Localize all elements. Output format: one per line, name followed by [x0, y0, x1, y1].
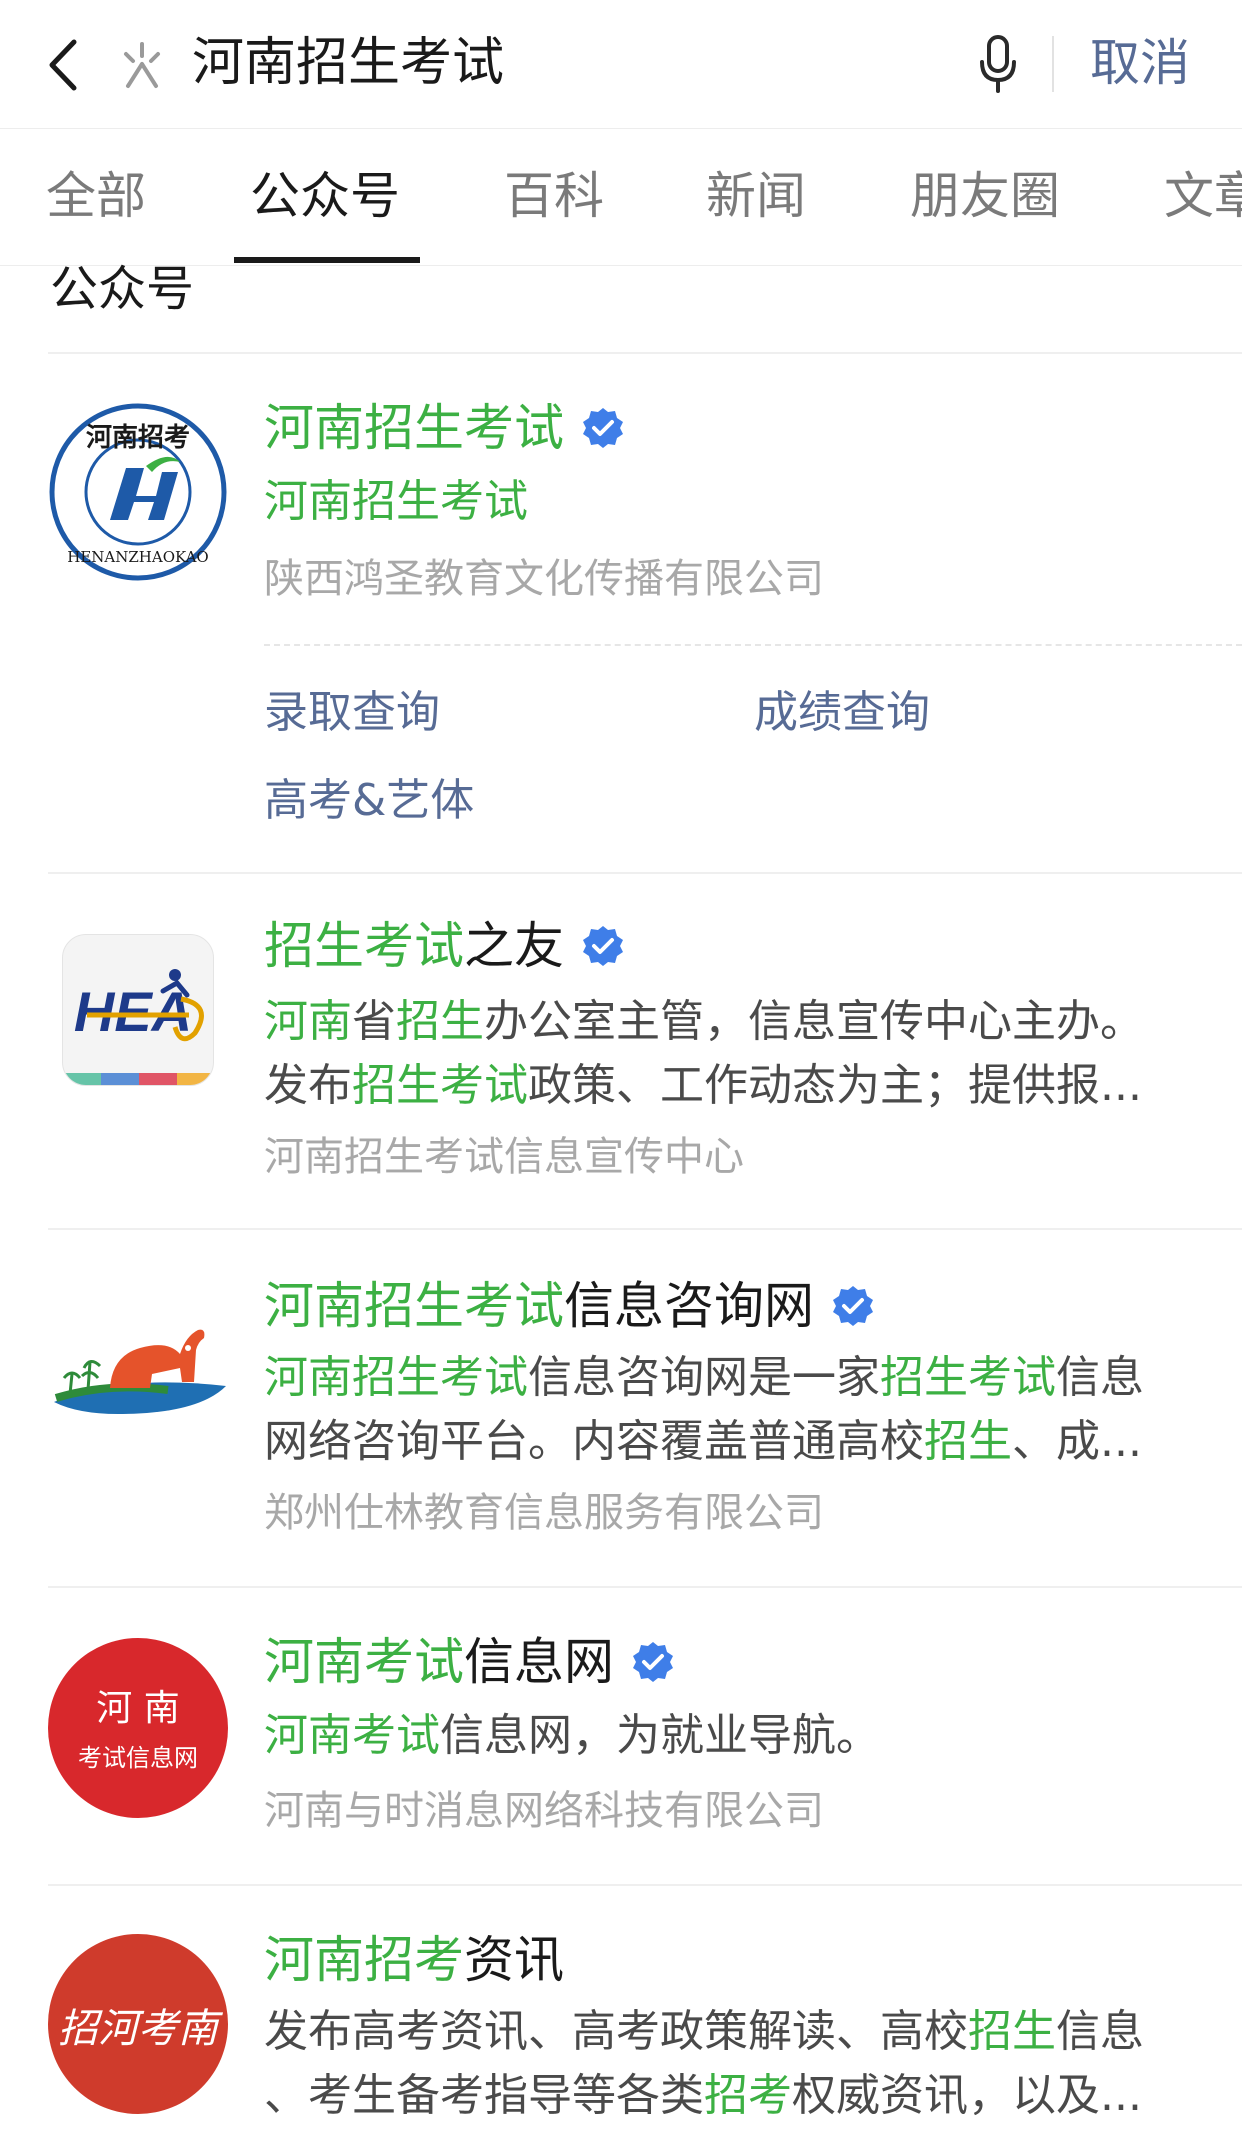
back-arrow-icon[interactable] [44, 38, 84, 92]
tab-news[interactable]: 新闻 [706, 163, 806, 229]
account-company: 河南招生考试信息宣传中心 [264, 1134, 744, 1180]
verified-badge-icon [633, 1642, 673, 1682]
desc-highlight: 招生 [968, 2006, 1056, 2057]
tab-all[interactable]: 全部 [46, 163, 146, 229]
account-name[interactable]: 河南招考资讯 [264, 1928, 564, 1992]
account-company: 郑州仕林教育信息服务有限公司 [264, 1490, 824, 1536]
account-name-highlight: 河南招生考试 [264, 399, 564, 457]
desc-text: 权威资讯，以及... [792, 2070, 1142, 2121]
tab-encyclopedia[interactable]: 百科 [504, 163, 604, 229]
account-name[interactable]: 招生考试之友 [264, 914, 624, 978]
desc-highlight: 招生 [396, 996, 484, 1047]
divider [48, 872, 1242, 874]
divider [48, 1228, 1242, 1230]
account-description: 河南招生考试 [264, 470, 1204, 534]
elephant-logo [54, 1329, 226, 1414]
cancel-button[interactable]: 取消 [1090, 30, 1190, 96]
henan-zhaokao-logo: 河南招考 HENANZHAOKAO [49, 403, 227, 581]
account-name-highlight: 河南考试 [264, 1633, 464, 1691]
verified-badge-icon [583, 926, 623, 966]
account-name-highlight: 河南招考 [264, 1931, 464, 1989]
account-name-rest: 之友 [464, 917, 564, 975]
account-avatar[interactable] [48, 1290, 232, 1430]
desc-text: 省 [352, 996, 396, 1047]
desc-highlight: 招考 [704, 2070, 792, 2121]
section-title: 公众号 [50, 261, 195, 317]
search-bar-divider [1052, 36, 1054, 92]
account-description: 河南省招生办公室主管，信息宣传中心主办。 发布招生考试政策、工作动态为主；提供报… [264, 990, 1204, 1118]
desc-text: 网络咨询平台。内容覆盖普通高校 [264, 1416, 924, 1467]
hea-logo: HEA [63, 969, 213, 1085]
divider [48, 1586, 1242, 1588]
desc-text: 、考生备考指导等各类 [264, 2070, 704, 2121]
svg-text:河南招考: 河南招考 [86, 423, 190, 453]
account-description: 河南考试信息网，为就业导航。 [264, 1704, 1204, 1768]
desc-text: 发布高考资讯、高考政策解读、高校 [264, 2006, 968, 2057]
desc-text: 信息 [1056, 1352, 1144, 1403]
desc-text: 信息 [1056, 2006, 1144, 2057]
desc-highlight: 河南考试 [264, 1710, 440, 1761]
desc-highlight: 招生考试 [352, 1060, 528, 1111]
account-name[interactable]: 河南考试信息网 [264, 1630, 674, 1694]
henan-zhaokao-calligraphy-logo: 招河考南 [58, 2006, 224, 2052]
account-name[interactable]: 河南招生考试信息咨询网 [264, 1274, 874, 1338]
desc-highlight: 河南 [264, 996, 352, 1047]
henan-exam-info-logo: 河 南 考试信息网 [78, 1688, 198, 1772]
search-sparkle-icon [124, 42, 160, 88]
svg-text:河 南: 河 南 [96, 1688, 179, 1729]
search-bar: 河南招生考试 取消 [0, 0, 1242, 128]
microphone-icon[interactable] [978, 34, 1018, 94]
desc-text: 信息咨询网是一家 [528, 1352, 880, 1403]
svg-text:HENANZHAOKAO: HENANZHAOKAO [67, 548, 208, 566]
desc-text: 信息网，为就业导航。 [440, 1710, 880, 1761]
dashed-divider [264, 644, 1242, 646]
account-avatar[interactable]: 招河考南 [48, 1934, 228, 2114]
account-name[interactable]: 河南招生考试 [264, 396, 624, 460]
desc-text: 办公室主管，信息宣传中心主办。 [484, 996, 1144, 1047]
account-avatar[interactable]: 河南招考 HENANZHAOKAO [48, 402, 228, 582]
desc-text: 、成... [1012, 1416, 1142, 1467]
verified-badge-icon [583, 408, 623, 448]
account-name-highlight: 河南招生考试 [264, 1277, 564, 1335]
account-name-rest: 信息网 [464, 1633, 614, 1691]
desc-highlight: 招生 [924, 1416, 1012, 1467]
service-link-gaokao-arts[interactable]: 高考&艺体 [264, 772, 474, 830]
svg-text:考试信息网: 考试信息网 [78, 1744, 198, 1772]
account-avatar[interactable]: HEA [62, 934, 214, 1086]
desc-text: 发布 [264, 1060, 352, 1111]
divider [48, 1884, 1242, 1886]
account-company: 陕西鸿圣教育文化传播有限公司 [264, 556, 824, 602]
desc-highlight: 河南招生考试 [264, 1352, 528, 1403]
search-input[interactable]: 河南招生考试 [192, 28, 504, 98]
desc-highlight: 招生考试 [880, 1352, 1056, 1403]
account-description: 发布高考资讯、高考政策解读、高校招生信息 、考生备考指导等各类招考权威资讯，以及… [264, 2000, 1204, 2128]
account-name-rest: 信息咨询网 [564, 1277, 814, 1335]
account-name-highlight: 招生考试 [264, 917, 464, 975]
account-description: 河南招生考试信息咨询网是一家招生考试信息 网络咨询平台。内容覆盖普通高校招生、成… [264, 1346, 1204, 1474]
account-avatar[interactable]: 河 南 考试信息网 [48, 1638, 228, 1818]
tab-articles[interactable]: 文章 [1164, 163, 1242, 229]
active-tab-indicator [234, 257, 420, 263]
tab-bar: 全部 公众号 百科 新闻 朋友圈 文章 [0, 128, 1242, 266]
account-company: 河南与时消息网络科技有限公司 [264, 1788, 824, 1834]
verified-badge-icon [833, 1286, 873, 1326]
service-link-admission-query[interactable]: 录取查询 [264, 684, 440, 742]
divider [48, 352, 1242, 354]
svg-text:HEA: HEA [74, 980, 192, 1043]
tab-moments[interactable]: 朋友圈 [910, 163, 1060, 229]
svg-text:招河考南: 招河考南 [58, 2006, 224, 2052]
account-name-rest: 资讯 [464, 1931, 564, 1989]
service-link-score-query[interactable]: 成绩查询 [754, 684, 930, 742]
tab-official-accounts[interactable]: 公众号 [250, 163, 400, 229]
desc-text: 政策、工作动态为主；提供报... [528, 1060, 1142, 1111]
desc-highlight: 河南招生考试 [264, 476, 528, 527]
